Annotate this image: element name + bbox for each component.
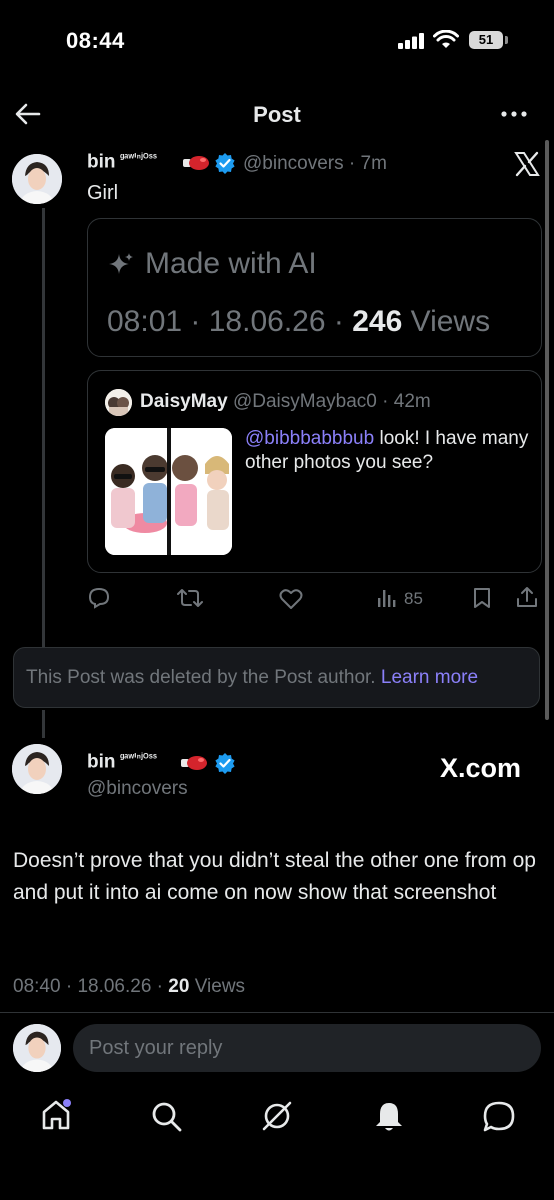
second-post-author: bin ᵍᵃʷⁱⁿʲᴼˢˢ [87, 751, 157, 773]
ai-card-views-label: Views [410, 305, 491, 338]
ai-card-time: 08:01 [107, 305, 183, 338]
bookmark-icon[interactable] [473, 587, 491, 609]
quote-author-name[interactable]: DaisyMay [140, 391, 228, 412]
quote-avatar[interactable] [105, 389, 132, 416]
search-icon[interactable] [151, 1101, 183, 1133]
second-post-meta: 08:40 · 18.06.26 · 20 Views [13, 976, 245, 998]
second-meta-sep2: · [151, 976, 169, 997]
grok-icon[interactable] [260, 1099, 294, 1133]
avatar[interactable] [12, 154, 62, 204]
status-time: 08:44 [66, 28, 125, 53]
second-post-views-count: 20 [168, 976, 190, 997]
ai-card-meta: 08:01 · 18.06.26 · 246 Views [107, 305, 490, 339]
post-author: bin ᵍᵃʷⁱⁿʲᴼˢˢ [87, 151, 157, 173]
x-com-watermark: X.com [440, 753, 522, 783]
meta-separator: · [343, 153, 361, 174]
author-name[interactable]: bin [87, 151, 116, 172]
repost-icon[interactable] [177, 587, 203, 609]
boxing-glove-icon [183, 155, 209, 171]
quote-text: @bibbbabbbub look! I have many other pho… [245, 427, 530, 475]
share-icon[interactable] [516, 586, 538, 608]
page-title: Post [253, 102, 301, 127]
ai-card-sep2: · [325, 305, 353, 338]
post-meta: @bincovers · 7m [243, 153, 387, 175]
reply-input[interactable]: Post your reply [73, 1024, 541, 1072]
second-post-views-label: Views [194, 976, 246, 997]
thread-line-lower [42, 710, 45, 738]
reply-avatar[interactable] [13, 1024, 61, 1072]
post-time[interactable]: 7m [361, 153, 387, 174]
views-icon[interactable] [377, 589, 397, 607]
signal-icon [398, 33, 426, 49]
battery-tip [505, 36, 508, 44]
second-boxing-glove-icon [181, 755, 207, 771]
quote-time: 42m [393, 391, 431, 412]
thread-line [42, 208, 45, 648]
views-count: 85 [404, 589, 423, 608]
post-text: Girl [87, 182, 119, 204]
ai-card-sep1: · [182, 305, 209, 338]
quote-author-handle[interactable]: @DaisyMaybac0 [233, 391, 377, 412]
second-author-handle[interactable]: @bincovers [87, 778, 188, 800]
messages-icon[interactable] [482, 1100, 516, 1134]
notifications-icon[interactable] [374, 1100, 404, 1134]
battery-indicator: 51 [469, 31, 503, 49]
ai-card-views-count: 246 [352, 305, 403, 338]
second-verified-badge-icon [214, 752, 236, 774]
x-logo-icon [514, 151, 540, 177]
verified-badge-icon [214, 152, 236, 174]
author-handle[interactable]: @bincovers [243, 153, 344, 174]
second-post-avatar[interactable] [12, 744, 62, 794]
quote-image[interactable] [105, 428, 232, 555]
second-author-name-suffix: ᵍᵃʷⁱⁿʲᴼˢˢ [119, 752, 158, 764]
second-post-date: 18.06.26 [77, 976, 152, 997]
deleted-post-notice: This Post was deleted by the Post author… [13, 647, 540, 708]
second-author-name[interactable]: bin [87, 751, 116, 772]
learn-more-link[interactable]: Learn more [381, 667, 478, 688]
quote-meta-sep: · [376, 391, 394, 412]
reply-divider [0, 1012, 554, 1013]
sparkle-icon [107, 252, 135, 280]
deleted-notice-text: This Post was deleted by the Post author… [26, 667, 376, 688]
second-post-text: Doesn’t prove that you didn’t steal the … [13, 849, 536, 904]
ai-card-label: Made with AI [145, 247, 317, 280]
home-icon[interactable] [40, 1098, 74, 1132]
second-post-time: 08:40 [13, 976, 61, 997]
quote-mention[interactable]: @bibbbabbbub [245, 428, 374, 449]
reply-icon[interactable] [88, 587, 110, 609]
second-meta-sep1: · [60, 976, 78, 997]
wifi-icon [433, 30, 459, 50]
ai-card-date: 18.06.26 [208, 305, 326, 338]
more-options-icon[interactable] [500, 110, 528, 118]
author-name-suffix: ᵍᵃʷⁱⁿʲᴼˢˢ [119, 152, 158, 164]
scrollbar[interactable] [545, 140, 549, 720]
quote-author: DaisyMay @DaisyMaybac0 · 42m [140, 391, 431, 413]
like-icon[interactable] [279, 588, 303, 610]
